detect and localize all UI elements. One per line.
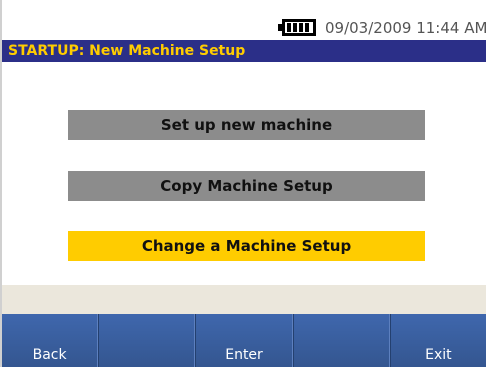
- softkey-4[interactable]: [292, 314, 390, 367]
- status-bar: 09/03/2009 11:44 AM: [2, 14, 486, 40]
- softkey-exit[interactable]: Exit: [389, 314, 486, 367]
- page-title: STARTUP: New Machine Setup: [8, 43, 246, 59]
- set-up-new-machine-button[interactable]: Set up new machine: [68, 110, 425, 140]
- softkey-label: Back: [32, 347, 67, 363]
- softkey-back[interactable]: Back: [2, 314, 99, 367]
- menu-item-label: Change a Machine Setup: [141, 237, 352, 255]
- softkey-bar: Back Enter Exit: [2, 314, 486, 367]
- softkey-label: Exit: [425, 347, 452, 363]
- battery-full-icon: [278, 18, 318, 37]
- menu-item-label: Set up new machine: [160, 116, 333, 134]
- message-bar: [2, 285, 486, 314]
- device-screen: 09/03/2009 11:44 AM STARTUP: New Machine…: [0, 0, 486, 367]
- menu-item-label: Copy Machine Setup: [160, 177, 333, 195]
- title-bar: STARTUP: New Machine Setup: [2, 40, 486, 62]
- change-machine-setup-button[interactable]: Change a Machine Setup: [68, 231, 425, 261]
- softkey-label: Enter: [225, 347, 263, 363]
- datetime: 09/03/2009 11:44 AM: [325, 19, 486, 37]
- softkey-2[interactable]: [98, 314, 196, 367]
- copy-machine-setup-button[interactable]: Copy Machine Setup: [68, 171, 425, 201]
- softkey-enter[interactable]: Enter: [195, 314, 293, 367]
